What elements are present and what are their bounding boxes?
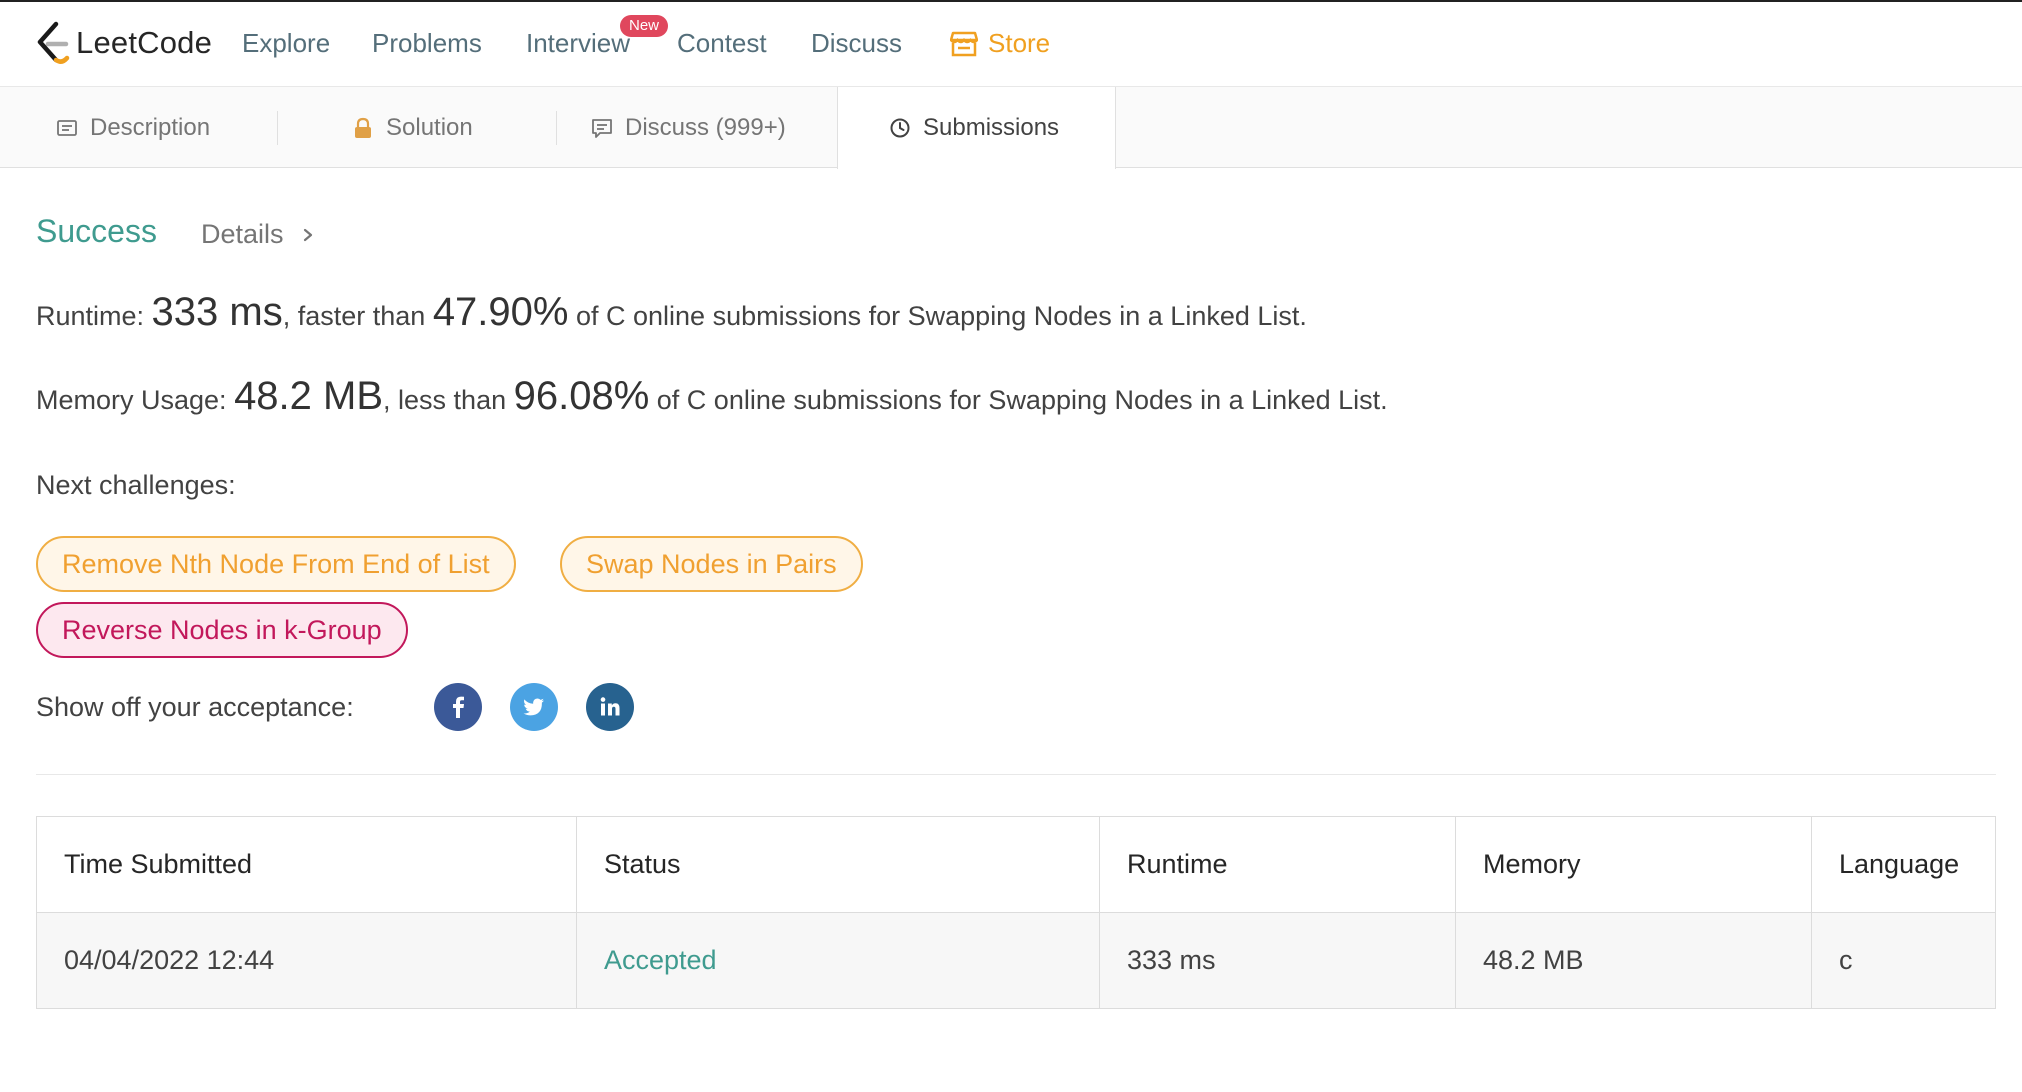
nav-store[interactable]: Store xyxy=(950,28,1050,59)
column-header: Time Submitted xyxy=(36,816,577,913)
problem-tabs: Description Solution Discuss (999+) Subm… xyxy=(0,87,2022,169)
table-row[interactable]: 04/04/2022 12:44 Accepted 333 ms 48.2 MB… xyxy=(36,912,1996,1009)
tab-divider xyxy=(277,111,278,145)
nav-interview[interactable]: Interview xyxy=(526,28,630,59)
tab-solution-label: Solution xyxy=(386,113,473,141)
runtime-stat: Runtime: 333 ms, faster than 47.90% of C… xyxy=(36,290,1307,335)
lock-icon xyxy=(355,117,371,138)
runtime-mid: , faster than xyxy=(282,301,433,331)
comment-icon xyxy=(592,118,612,138)
time-submitted-cell: 04/04/2022 12:44 xyxy=(36,912,577,1009)
clock-icon xyxy=(890,118,910,138)
tab-discuss-label: Discuss (999+) xyxy=(625,113,786,141)
column-header: Status xyxy=(576,816,1100,913)
tab-solution[interactable]: Solution xyxy=(352,87,473,168)
submissions-table: Time Submitted Status Runtime Memory Lan… xyxy=(36,816,1996,1009)
runtime-label: Runtime: xyxy=(36,301,152,331)
submission-status: Success xyxy=(36,213,157,249)
column-header: Language xyxy=(1811,816,1996,913)
challenge-title: Reverse Nodes in k-Group xyxy=(62,614,382,645)
memory-value: 48.2 MB xyxy=(234,374,384,418)
challenge-title: Remove Nth Node From End of List xyxy=(62,548,490,579)
challenge-title: Swap Nodes in Pairs xyxy=(586,548,837,579)
column-header: Memory xyxy=(1455,816,1812,913)
memory-label: Memory Usage: xyxy=(36,385,235,415)
linkedin-icon xyxy=(600,697,620,716)
store-icon xyxy=(950,31,978,56)
details-label: Details xyxy=(201,219,284,249)
new-badge: New xyxy=(620,15,669,37)
tab-discuss[interactable]: Discuss (999+) xyxy=(591,87,786,168)
brand-name: LeetCode xyxy=(76,25,213,60)
tab-description[interactable]: Description xyxy=(56,87,210,168)
twitter-icon xyxy=(523,698,544,716)
memory-percent: 96.08% xyxy=(513,374,650,418)
column-header: Runtime xyxy=(1099,816,1456,913)
tab-divider xyxy=(556,111,557,145)
tab-submissions-label: Submissions xyxy=(923,114,1060,141)
runtime-cell: 333 ms xyxy=(1099,912,1456,1009)
description-icon xyxy=(57,119,77,136)
facebook-share-button[interactable] xyxy=(434,683,482,731)
nav-explore[interactable]: Explore xyxy=(242,28,330,59)
memory-cell: 48.2 MB xyxy=(1455,912,1812,1009)
nav-problems[interactable]: Problems xyxy=(372,28,482,59)
linkedin-share-button[interactable] xyxy=(586,683,634,731)
language-cell: c xyxy=(1811,912,1996,1009)
tab-submissions[interactable]: Submissions xyxy=(837,87,1116,169)
memory-stat: Memory Usage: 48.2 MB, less than 96.08% … xyxy=(36,374,1388,419)
chevron-right-icon xyxy=(303,228,312,241)
memory-tail: of C online submissions for Swapping Nod… xyxy=(649,385,1388,415)
table-header-row: Time Submitted Status Runtime Memory Lan… xyxy=(36,816,1996,913)
leetcode-logo-icon xyxy=(37,21,70,64)
challenge-chip-medium[interactable]: Swap Nodes in Pairs xyxy=(560,536,863,592)
challenge-chip-hard[interactable]: Reverse Nodes in k-Group xyxy=(36,602,408,658)
runtime-percent: 47.90% xyxy=(432,290,569,334)
next-challenges-label: Next challenges: xyxy=(36,470,236,500)
section-divider xyxy=(36,774,1996,775)
runtime-value: 333 ms xyxy=(151,290,283,334)
nav-discuss[interactable]: Discuss xyxy=(811,28,902,59)
memory-mid: , less than xyxy=(383,385,514,415)
twitter-share-button[interactable] xyxy=(510,683,558,731)
runtime-tail: of C online submissions for Swapping Nod… xyxy=(568,301,1307,331)
nav-contest[interactable]: Contest xyxy=(677,28,767,59)
facebook-icon xyxy=(453,696,464,718)
challenge-chip-medium[interactable]: Remove Nth Node From End of List xyxy=(36,536,516,592)
top-navbar: LeetCode Explore Problems Interview New … xyxy=(0,0,2022,87)
store-label: Store xyxy=(988,28,1051,58)
leetcode-logo[interactable]: LeetCode xyxy=(34,20,212,66)
status-cell[interactable]: Accepted xyxy=(576,912,1100,1009)
share-label: Show off your acceptance: xyxy=(36,692,354,722)
tab-description-label: Description xyxy=(90,113,211,141)
details-link[interactable]: Details xyxy=(201,219,316,250)
